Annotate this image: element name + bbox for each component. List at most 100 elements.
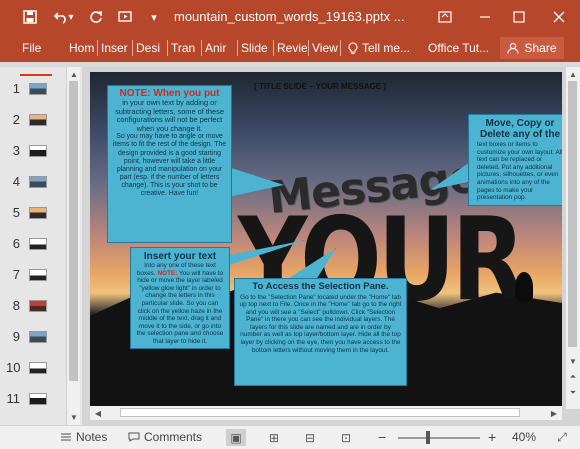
person-icon (507, 42, 520, 54)
notes-icon (61, 433, 71, 441)
slide-thumbnail-image[interactable] (29, 207, 47, 219)
callout-note-box[interactable]: NOTE: When you put in your own text by a… (107, 85, 232, 243)
slide-thumbnail-image[interactable] (29, 362, 47, 374)
callout-1-body: So you may have to angle or move items t… (112, 133, 227, 198)
tab-design[interactable]: Desi (136, 34, 165, 62)
tab-insert[interactable]: Inser (101, 34, 130, 62)
callout-4-body: Go to the "Selection Pane" located under… (239, 293, 402, 354)
ribbon-tab-bar: File Hom Inser Desi Tran Anir Slide Revi… (0, 34, 580, 62)
slide-thumbnail[interactable]: 3 (0, 141, 64, 163)
zoom-slider-thumb[interactable] (426, 431, 430, 444)
slide-thumbnail-image[interactable] (29, 393, 47, 405)
canvas-horizontal-scrollbar[interactable]: ◀ ▶ (90, 406, 562, 420)
slide-thumbnail-pane: 1 2 3 4 5 6 7 8 9 10 11 ▲ ▼ (0, 67, 82, 425)
current-slide[interactable]: YOUR Message [ TITLE SLIDE – YOUR MESSAG… (90, 72, 562, 407)
slide-number: 7 (12, 267, 20, 282)
zoom-in-button[interactable]: + (488, 429, 496, 445)
redo-icon[interactable] (82, 0, 110, 34)
scroll-left-icon[interactable]: ◀ (92, 407, 104, 419)
scroll-right-icon[interactable]: ▶ (548, 407, 560, 419)
tab-office-tutorials[interactable]: Office Tut... (428, 34, 494, 62)
thumbnail-scroll-thumb[interactable] (69, 81, 78, 381)
share-button[interactable]: Share (500, 37, 564, 59)
tab-review[interactable]: Revie (277, 34, 307, 62)
slide-title[interactable]: [ TITLE SLIDE – YOUR MESSAGE ] (240, 82, 400, 91)
slide-number: 11 (6, 391, 21, 406)
canvas-scroll-thumb[interactable] (568, 81, 577, 347)
slide-number: 5 (12, 205, 20, 220)
status-bar: Notes Comments ▣ ⊞ ⊟ ⊡ − + 40% ⤢ (0, 425, 580, 449)
slide-thumbnail[interactable]: 8 (0, 296, 64, 318)
callout-move-copy-box[interactable]: Move, Copy or Delete any of the text box… (468, 114, 562, 206)
slide-number: 10 (6, 360, 21, 375)
fit-slide-to-window-icon[interactable]: ⤢ (552, 429, 572, 446)
zoom-level[interactable]: 40% (512, 430, 536, 444)
slide-thumbnail[interactable]: 1 (0, 79, 64, 101)
save-icon[interactable] (16, 0, 44, 34)
tab-transitions[interactable]: Tran (171, 34, 200, 62)
thumbnail-scrollbar[interactable]: ▲ ▼ (66, 67, 80, 425)
slide-thumbnail[interactable]: 11 (0, 389, 64, 411)
lightbulb-icon (348, 41, 358, 54)
maximize-icon[interactable] (500, 0, 538, 34)
canvas-vertical-scrollbar[interactable]: ▲ ▼ ⏶ ⏷ (566, 67, 580, 409)
callout-selection-pane-box[interactable]: To Access the Selection Pane. Go to the … (234, 278, 407, 386)
previous-slide-icon[interactable]: ⏶ (567, 371, 579, 383)
slide-number: 8 (12, 298, 20, 313)
callout-2-body: text boxes or items to customize your ow… (477, 141, 562, 202)
slide-thumbnail-image[interactable] (29, 145, 47, 157)
slide-editing-area: YOUR Message [ TITLE SLIDE – YOUR MESSAG… (82, 67, 580, 425)
scroll-down-icon[interactable]: ▼ (567, 355, 579, 367)
slide-thumbnail[interactable]: 2 (0, 110, 64, 132)
scroll-up-icon[interactable]: ▲ (567, 68, 579, 80)
minimize-icon[interactable] (466, 0, 504, 34)
comment-icon (128, 432, 140, 442)
slide-sorter-view-icon[interactable]: ⊞ (264, 429, 284, 446)
callout-3-body: Into any one of these text boxes. NOTE: … (135, 262, 225, 346)
normal-view-icon[interactable]: ▣ (226, 429, 246, 446)
callout-1-body-lead: in your own text by adding or subtractin… (115, 98, 224, 133)
notes-label: Notes (76, 430, 108, 444)
slide-number: 3 (12, 143, 20, 158)
slide-thumbnail[interactable]: 4 (0, 172, 64, 194)
callout-3-heading: Insert your text (143, 251, 217, 262)
reading-view-icon[interactable]: ⊟ (300, 429, 320, 446)
zoom-out-button[interactable]: − (378, 429, 386, 445)
slide-thumbnail-image[interactable] (29, 176, 47, 188)
slide-thumbnail-image[interactable] (29, 114, 47, 126)
slide-thumbnail[interactable]: 7 (0, 265, 64, 287)
ribbon-display-options-icon[interactable] (426, 0, 464, 34)
callout-4-heading: To Access the Selection Pane. (252, 281, 389, 292)
document-title: mountain_custom_words_19163.pptx ... (174, 9, 405, 24)
slide-thumbnail[interactable]: 10 (0, 358, 64, 380)
horizontal-scroll-thumb[interactable] (120, 408, 520, 417)
scroll-down-icon[interactable]: ▼ (68, 411, 80, 423)
slide-thumbnail[interactable]: 9 (0, 327, 64, 349)
tab-slide-show[interactable]: Slide (241, 34, 272, 62)
scroll-up-icon[interactable]: ▲ (68, 68, 80, 80)
tab-home[interactable]: Hom (69, 34, 96, 62)
slide-thumbnail[interactable]: 6 (0, 234, 64, 256)
callout-insert-text-box[interactable]: Insert your text Into any one of these t… (130, 247, 230, 349)
slide-show-view-icon[interactable]: ⊡ (336, 429, 356, 446)
customize-toolbar-icon[interactable]: ▾ (140, 0, 168, 34)
slide-thumbnail[interactable]: 5 (0, 203, 64, 225)
tab-file[interactable]: File (22, 34, 41, 62)
slide-thumbnail-image[interactable] (29, 238, 47, 250)
tab-animations[interactable]: Anir (205, 34, 235, 62)
tell-me-search[interactable]: Tell me... (348, 34, 420, 62)
notes-button[interactable]: Notes (60, 430, 107, 444)
zoom-slider[interactable] (398, 437, 480, 439)
start-from-beginning-icon[interactable] (112, 0, 140, 34)
close-icon[interactable] (540, 0, 578, 34)
callout-3-note-label: NOTE: (157, 269, 178, 277)
next-slide-icon[interactable]: ⏷ (567, 387, 579, 399)
tab-view[interactable]: View (312, 34, 340, 62)
comments-button[interactable]: Comments (128, 430, 202, 444)
slide-thumbnail-image[interactable] (29, 331, 47, 343)
slide-thumbnail-image[interactable] (29, 300, 47, 312)
slide-thumbnail-image[interactable] (29, 269, 47, 281)
slide-thumbnail-image[interactable] (29, 83, 47, 95)
slide-number: 9 (12, 329, 20, 344)
undo-dropdown-icon[interactable]: ▾ (66, 0, 76, 34)
